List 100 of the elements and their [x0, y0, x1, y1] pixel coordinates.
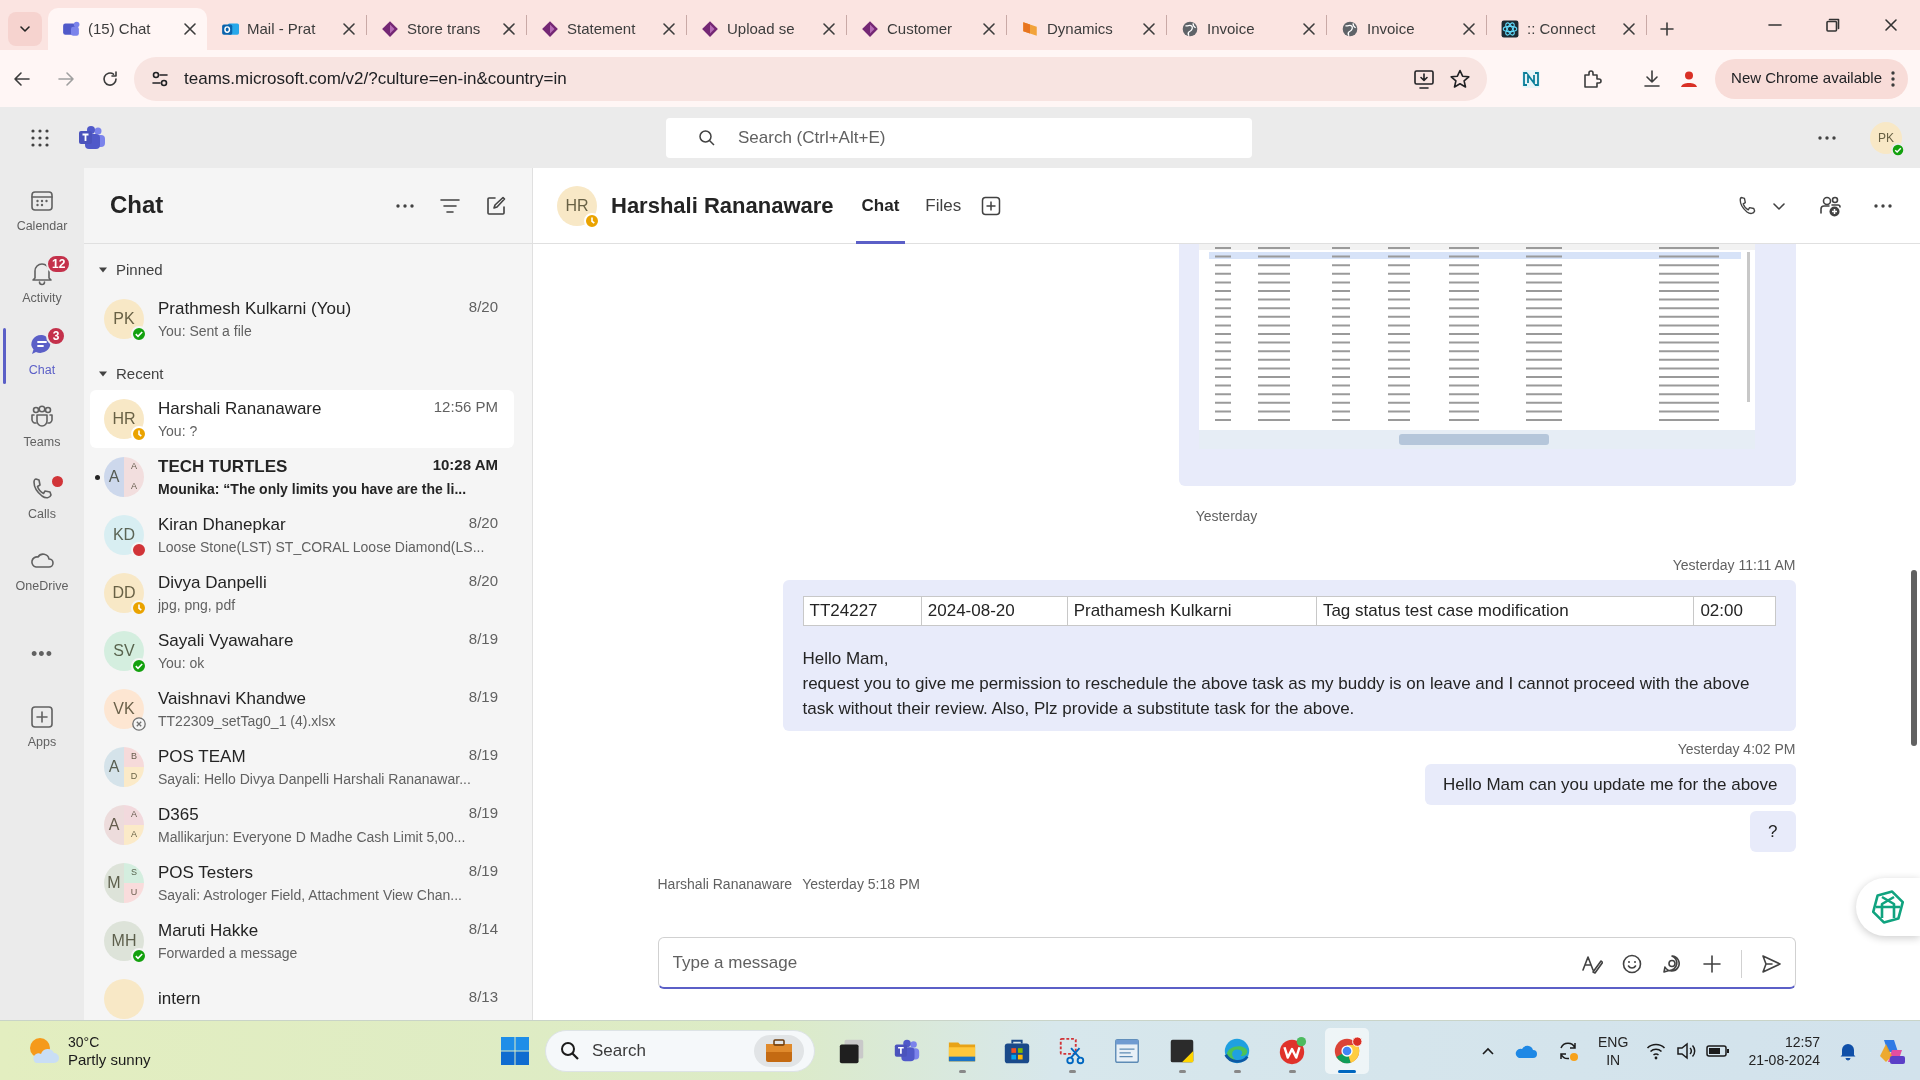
diamond-logo-icon: [541, 20, 559, 38]
avatar-initials: A: [124, 825, 144, 845]
avatar-initials: A: [124, 805, 144, 825]
chat-item[interactable]: MH Maruti Hakke 8/14 Forwarded a message: [90, 912, 514, 970]
avatar-initials: PK: [113, 309, 135, 329]
chat-time: 8/19: [468, 860, 498, 881]
close-window-icon[interactable]: [1884, 18, 1898, 32]
new-chat-icon[interactable]: [486, 195, 506, 216]
scrollbar[interactable]: [1911, 570, 1917, 746]
chat-item[interactable]: A A A TECH TURTLES 10:28 AM Mounika: “The only limits you have are the li...: [90, 448, 514, 506]
browser-tab[interactable]: Customer: [847, 8, 1006, 50]
close-icon[interactable]: [1302, 22, 1316, 36]
language-text[interactable]: IN: [1598, 1050, 1629, 1069]
globe-icon: [1181, 20, 1199, 38]
search-icon: [560, 1040, 580, 1061]
browser-tab[interactable]: Store trans: [367, 8, 526, 50]
conversation-tab[interactable]: Files: [919, 167, 968, 244]
avatar-initials: A: [104, 805, 124, 845]
message-time: Yesterday 4:02 PM: [1677, 739, 1796, 759]
clock-time[interactable]: 12:57: [1748, 1032, 1820, 1051]
wifi-icon[interactable]: [1646, 1041, 1667, 1060]
install-app-icon[interactable]: [1413, 67, 1436, 90]
chat-item[interactable]: HR Harshali Rananaware 12:56 PM You: ?: [90, 390, 514, 448]
chat-item[interactable]: SV Sayali Vyawahare 8/19 You: ok: [90, 622, 514, 680]
loop-icon[interactable]: [1660, 953, 1683, 975]
avatar[interactable]: PK: [1870, 121, 1902, 154]
nav-item[interactable]: Calls: [0, 466, 84, 534]
restore-icon[interactable]: [1826, 18, 1840, 32]
browser-tab[interactable]: Invoice: [1167, 8, 1326, 50]
message-preview: Sayali: Astrologer Field, Attachment View Chan...: [158, 886, 463, 906]
close-icon[interactable]: [1462, 22, 1476, 36]
chat-item[interactable]: M S U POS Testers 8/19 Sayali: Astrologer Field, Attachment View Chan...: [90, 854, 514, 912]
more-options-icon[interactable]: [1874, 203, 1892, 208]
message-input[interactable]: Type a message: [657, 937, 1796, 989]
nav-item[interactable]: Activity 12: [0, 250, 84, 318]
close-icon[interactable]: [502, 22, 516, 36]
nav-item[interactable]: Apps: [0, 694, 84, 762]
volume-icon[interactable]: [1676, 1041, 1697, 1060]
new-tab-icon[interactable]: [1659, 21, 1675, 37]
chat-name: Harshali Rananaware: [158, 397, 322, 420]
close-icon[interactable]: [1142, 22, 1156, 36]
browser-tab[interactable]: :: Connect: [1487, 8, 1646, 50]
assistant-button[interactable]: [1856, 878, 1920, 936]
avatar-initials: D: [124, 767, 144, 787]
update-button[interactable]: New Chrome available: [1715, 58, 1908, 99]
format-icon[interactable]: [1580, 953, 1603, 975]
close-icon[interactable]: [183, 22, 197, 36]
chat-item[interactable]: A B D POS TEAM 8/19 Sayali: Hello Divya Danpelli Harshali Rananawar...: [90, 738, 514, 796]
app-launcher-icon[interactable]: [30, 127, 50, 148]
windows-start-icon[interactable]: [500, 1035, 530, 1066]
chat-time: 8/20: [468, 512, 498, 533]
section-header[interactable]: Recent: [84, 358, 164, 390]
browser-tab[interactable]: (15) Chat: [48, 8, 207, 50]
close-icon[interactable]: [1622, 22, 1636, 36]
taskbar-search[interactable]: Search: [545, 1029, 815, 1072]
star-icon[interactable]: [1449, 67, 1472, 90]
chat-item[interactable]: A A A D365 8/19 Mallikarjun: Everyone D Madhe Cash Limit 5,00...: [90, 796, 514, 854]
more-options-icon[interactable]: [1818, 135, 1836, 140]
close-icon[interactable]: [662, 22, 676, 36]
address-bar[interactable]: teams.microsoft.com/v2/?culture=en-in&country=in: [134, 56, 1488, 101]
temperature: 30°C: [68, 1032, 101, 1051]
sender-name: Harshali Rananaware: [657, 874, 793, 894]
chat-name: Vaishnavi Khandwe: [158, 687, 307, 710]
browser-tab[interactable]: Invoice: [1327, 8, 1486, 50]
nav-item[interactable]: •••: [0, 626, 84, 682]
nav-item[interactable]: Calendar: [0, 178, 84, 246]
nav-item[interactable]: OneDrive: [0, 538, 84, 606]
conversation-tab[interactable]: Chat: [855, 167, 906, 244]
browser-tab[interactable]: Upload se: [687, 8, 846, 50]
chat-time: 8/13: [468, 987, 498, 1008]
close-icon[interactable]: [822, 22, 836, 36]
clock-date[interactable]: 21-08-2024: [1748, 1050, 1820, 1069]
chat-item[interactable]: PK Prathmesh Kulkarni (You) 8/20 You: Sent a file: [90, 290, 514, 348]
reload-icon[interactable]: [100, 68, 120, 89]
close-icon[interactable]: [342, 22, 356, 36]
language-text[interactable]: ENG: [1598, 1032, 1629, 1051]
nav-item[interactable]: Teams: [0, 394, 84, 462]
more-options-icon[interactable]: [396, 203, 414, 208]
nav-item[interactable]: Chat 3: [0, 322, 84, 390]
add-tab-icon[interactable]: [981, 195, 1002, 216]
send-icon[interactable]: [1759, 953, 1782, 975]
browser-tab[interactable]: Mail - Prat: [207, 8, 366, 50]
close-icon[interactable]: [982, 22, 996, 36]
search-field[interactable]: Search (Ctrl+Alt+E): [666, 117, 1252, 158]
section-header[interactable]: Pinned: [84, 254, 163, 286]
chat-item[interactable]: intern 8/13: [90, 970, 514, 1020]
browser-tab[interactable]: Statement: [527, 8, 686, 50]
briefcase-icon: [754, 1034, 804, 1067]
chat-item[interactable]: DD Divya Danpelli 8/20 jpg, png, pdf: [90, 564, 514, 622]
plus-icon[interactable]: [1700, 953, 1723, 975]
message-text: Hello Mam can you update me for the above: [1442, 773, 1778, 796]
message-text: Hello Mam,: [802, 647, 890, 670]
message-preview: Loose Stone(LST) ST_CORAL Loose Diamond(LS...: [158, 538, 486, 558]
puzzle-icon[interactable]: [1581, 67, 1604, 90]
chat-item[interactable]: VK Vaishnavi Khandwe 8/19 TT22309_setTag0_1 (4).xlsx: [90, 680, 514, 738]
battery-icon[interactable]: [1706, 1042, 1731, 1059]
emoji-icon[interactable]: [1620, 953, 1643, 975]
filter-icon[interactable]: [440, 197, 460, 214]
chat-item[interactable]: KD Kiran Dhanepkar 8/20 Loose Stone(LST) ST_CORAL Loose Diamond(LS...: [90, 506, 514, 564]
browser-tab[interactable]: Dynamics: [1007, 8, 1166, 50]
